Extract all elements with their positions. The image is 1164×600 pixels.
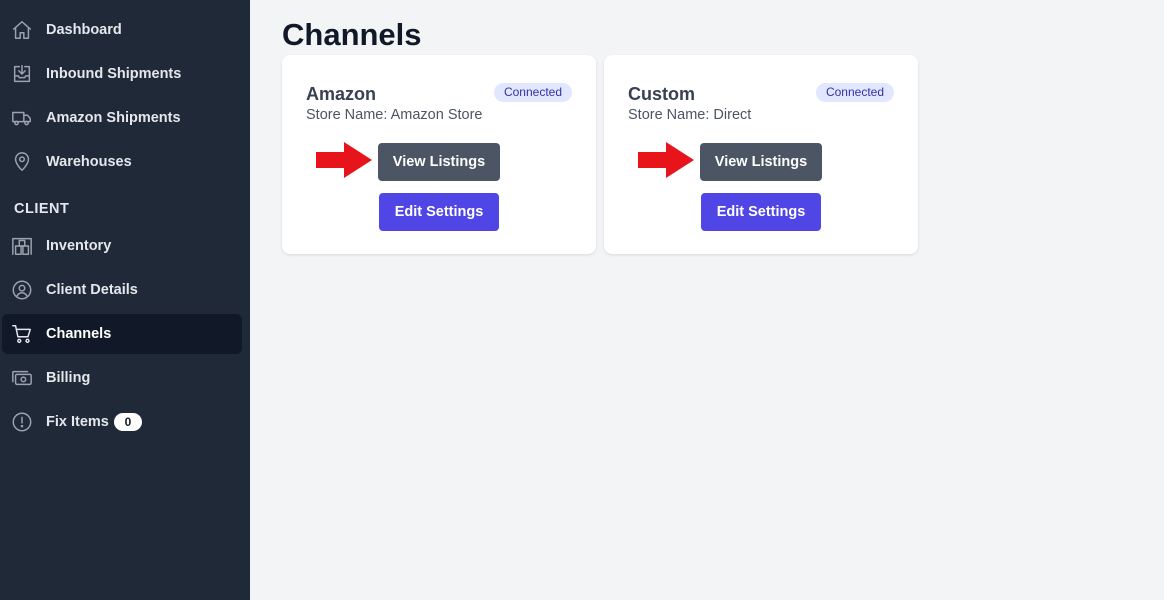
home-icon bbox=[11, 19, 33, 41]
fix-items-count-badge: 0 bbox=[114, 413, 142, 431]
status-badge: Connected bbox=[493, 83, 572, 102]
store-name: Store Name: Amazon Store bbox=[306, 107, 483, 123]
sidebar-item-billing[interactable]: Billing bbox=[2, 358, 242, 398]
view-listings-button[interactable]: View Listings bbox=[700, 143, 822, 181]
channel-name: Custom bbox=[628, 84, 695, 104]
sidebar-item-label: Fix Items bbox=[46, 414, 109, 430]
location-pin-icon bbox=[11, 151, 33, 173]
warehouse-shelves-icon bbox=[11, 235, 33, 257]
sidebar-item-label: Billing bbox=[46, 370, 91, 386]
channel-card-custom: Custom Store Name: Direct Connected View… bbox=[604, 55, 918, 254]
sidebar-item-label: Inventory bbox=[46, 238, 112, 254]
view-listings-button[interactable]: View Listings bbox=[378, 143, 500, 181]
shopping-cart-icon bbox=[11, 323, 33, 345]
sidebar-item-label: Warehouses bbox=[46, 154, 132, 170]
red-arrow-icon bbox=[316, 142, 372, 178]
channel-name: Amazon bbox=[306, 84, 377, 104]
sidebar-item-warehouses[interactable]: Warehouses bbox=[2, 142, 242, 182]
sidebar-section-client: CLIENT bbox=[14, 201, 70, 217]
edit-settings-button[interactable]: Edit Settings bbox=[701, 193, 821, 231]
sidebar-item-label: Dashboard bbox=[46, 22, 122, 38]
truck-icon bbox=[11, 107, 33, 129]
sidebar-item-inventory[interactable]: Inventory bbox=[2, 226, 242, 266]
red-arrow-icon bbox=[638, 142, 694, 178]
channel-card-amazon: Amazon Store Name: Amazon Store Connecte… bbox=[282, 55, 596, 254]
page-title: Channels bbox=[282, 17, 422, 52]
inbox-download-icon bbox=[11, 63, 33, 85]
sidebar-item-label: Channels bbox=[46, 326, 112, 342]
sidebar-item-fix-items[interactable]: Fix Items 0 bbox=[2, 402, 242, 442]
sidebar-item-amazon-shipments[interactable]: Amazon Shipments bbox=[2, 98, 242, 138]
sidebar-item-label: Inbound Shipments bbox=[46, 66, 182, 82]
sidebar-item-label: Client Details bbox=[46, 282, 138, 298]
user-circle-icon bbox=[11, 279, 33, 301]
sidebar-item-inbound-shipments[interactable]: Inbound Shipments bbox=[2, 54, 242, 94]
cash-icon bbox=[11, 367, 33, 389]
status-badge: Connected bbox=[815, 83, 894, 102]
sidebar-item-client-details[interactable]: Client Details bbox=[2, 270, 242, 310]
sidebar-item-label: Amazon Shipments bbox=[46, 110, 181, 126]
exclamation-circle-icon bbox=[11, 411, 33, 433]
sidebar: Dashboard Inbound Shipments Amazon Shipm… bbox=[0, 0, 250, 600]
edit-settings-button[interactable]: Edit Settings bbox=[379, 193, 499, 231]
sidebar-item-channels[interactable]: Channels bbox=[2, 314, 242, 354]
sidebar-item-dashboard[interactable]: Dashboard bbox=[2, 10, 242, 50]
store-name: Store Name: Direct bbox=[628, 107, 752, 123]
